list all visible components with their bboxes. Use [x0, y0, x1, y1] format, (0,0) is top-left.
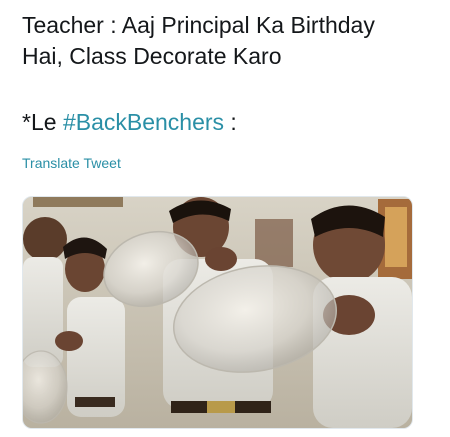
tweet-text: Teacher : Aaj Principal Ka Birthday Hai,… [22, 10, 432, 72]
tweet-text-line-1: Teacher : Aaj Principal Ka Birthday [22, 12, 375, 38]
reply-prefix: *Le [22, 109, 63, 135]
tweet: Teacher : Aaj Principal Ka Birthday Hai,… [0, 0, 450, 437]
hashtag-link[interactable]: #BackBenchers [63, 109, 224, 135]
tweet-photo[interactable] [22, 196, 413, 429]
photo-image [23, 197, 412, 428]
translate-tweet-link[interactable]: Translate Tweet [22, 154, 121, 172]
reply-suffix: : [224, 109, 237, 135]
tweet-reply-line: *Le #BackBenchers : [22, 107, 237, 138]
tweet-text-line-2: Hai, Class Decorate Karo [22, 43, 282, 69]
